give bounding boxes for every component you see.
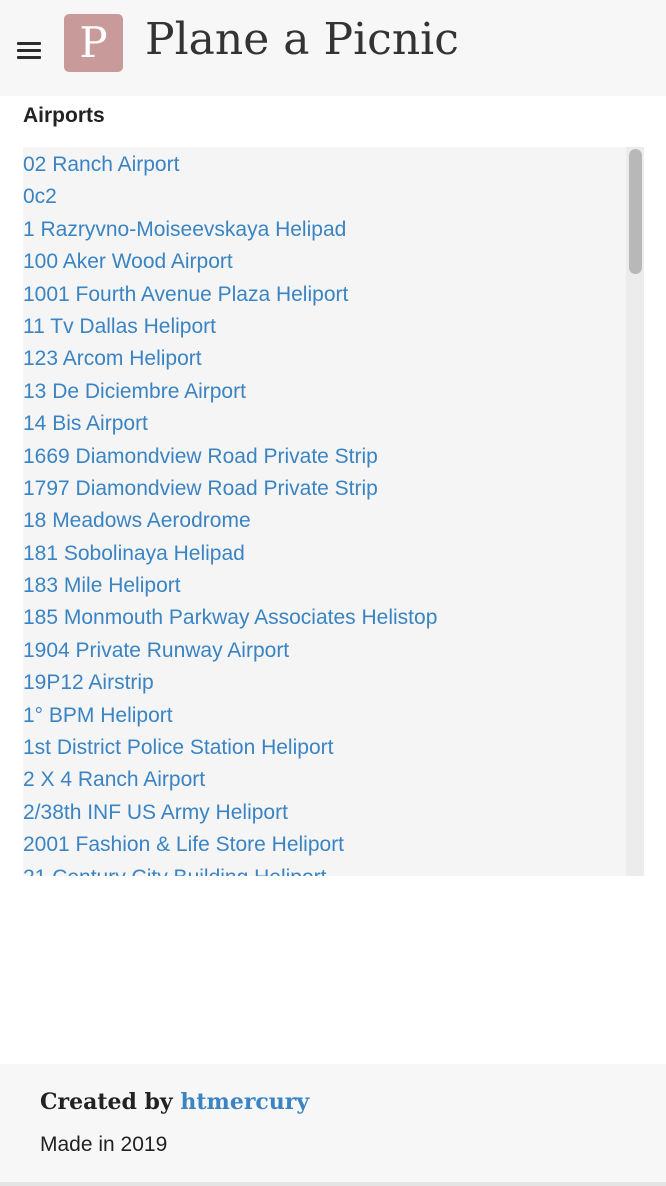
made-in-text: Made in 2019 bbox=[40, 1133, 168, 1156]
airport-link[interactable]: 19P12 Airstrip bbox=[23, 667, 623, 699]
airport-link[interactable]: 18 Meadows Aerodrome bbox=[23, 505, 623, 537]
airport-link[interactable]: 1904 Private Runway Airport bbox=[23, 635, 623, 667]
scrollbar-thumb[interactable] bbox=[629, 149, 642, 274]
author-link[interactable]: htmercury bbox=[180, 1089, 309, 1115]
site-logo[interactable]: P bbox=[64, 14, 123, 72]
airport-link[interactable]: 185 Monmouth Parkway Associates Helistop bbox=[23, 602, 623, 634]
airport-link[interactable]: 183 Mile Heliport bbox=[23, 570, 623, 602]
airport-link[interactable]: 2001 Fashion & Life Store Heliport bbox=[23, 829, 623, 861]
hamburger-line bbox=[17, 49, 41, 52]
airport-link[interactable]: 123 Arcom Heliport bbox=[23, 343, 623, 375]
airport-link[interactable]: 1669 Diamondview Road Private Strip bbox=[23, 441, 623, 473]
scrollbar[interactable] bbox=[626, 147, 644, 876]
airports-heading: Airports bbox=[23, 104, 105, 127]
credit-line: Created by htmercury bbox=[40, 1086, 309, 1118]
airport-link[interactable]: 2 X 4 Ranch Airport bbox=[23, 764, 623, 796]
airport-link[interactable]: 100 Aker Wood Airport bbox=[23, 246, 623, 278]
airport-link[interactable]: 21 Century City Building Heliport bbox=[23, 862, 623, 876]
airport-list-box[interactable]: 02 Ranch Airport 0c2 1 Razryvno-Moiseevska… bbox=[23, 147, 644, 876]
header: P Plane a Picnic bbox=[0, 0, 666, 96]
airport-link[interactable]: 02 Ranch Airport bbox=[23, 149, 623, 181]
footer bbox=[0, 1064, 666, 1182]
hamburger-line bbox=[17, 42, 41, 45]
airport-link[interactable]: 2/38th INF US Army Heliport bbox=[23, 797, 623, 829]
airport-list: 02 Ranch Airport 0c2 1 Razryvno-Moiseevska… bbox=[23, 149, 623, 876]
airport-link[interactable]: 1 Razryvno-Moiseevskaya Helipad bbox=[23, 214, 623, 246]
airport-link[interactable]: 181 Sobolinaya Helipad bbox=[23, 538, 623, 570]
hamburger-menu-icon[interactable] bbox=[17, 42, 41, 60]
airport-link[interactable]: 11 Tv Dallas Heliport bbox=[23, 311, 623, 343]
airport-link[interactable]: 1797 Diamondview Road Private Strip bbox=[23, 473, 623, 505]
airport-link[interactable]: 0c2 bbox=[23, 181, 623, 213]
credit-prefix: Created by bbox=[40, 1089, 181, 1115]
footer-divider bbox=[0, 1182, 666, 1186]
airport-link[interactable]: 1st District Police Station Heliport bbox=[23, 732, 623, 764]
hamburger-line bbox=[17, 56, 41, 59]
airport-link[interactable]: 13 De Diciembre Airport bbox=[23, 376, 623, 408]
page: P Plane a Picnic Airports 02 Ranch Airpo… bbox=[0, 0, 666, 1186]
site-title[interactable]: Plane a Picnic bbox=[145, 8, 459, 72]
airport-link[interactable]: 1001 Fourth Avenue Plaza Heliport bbox=[23, 279, 623, 311]
airport-link[interactable]: 14 Bis Airport bbox=[23, 408, 623, 440]
airport-link[interactable]: 1° BPM Heliport bbox=[23, 700, 623, 732]
